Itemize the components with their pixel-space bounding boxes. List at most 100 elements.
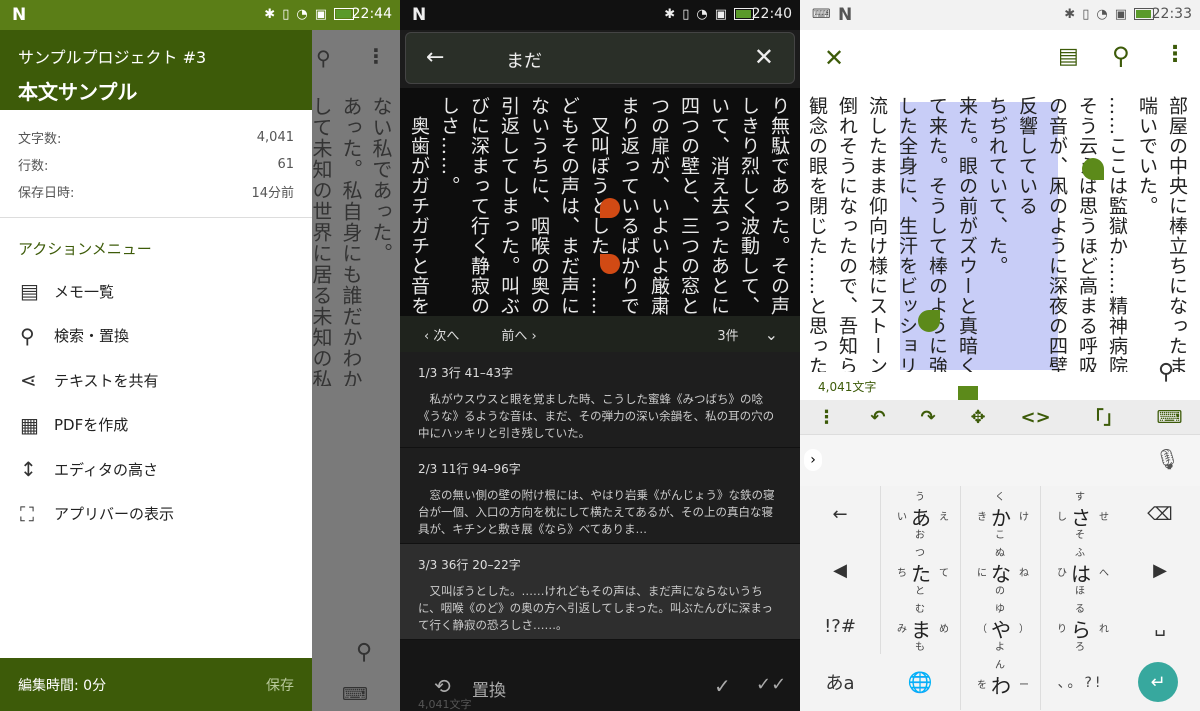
undo-icon[interactable]: ↶ [870,407,885,428]
search-result[interactable]: 3/3 36行 20–22字 又叫ぼうとした。……けれどもその声は、まだ声になら… [400,544,800,640]
flick-key[interactable]: ぬになねの [960,542,1040,598]
text-line: 四つの壁と、三つの窓と、 [678,96,700,332]
action-menu: ▤ メモ一覧 ⚲ 検索・置換 ⋖ テキストを共有 ▦ PDFを作成 ↕ エディタの高さ ⛶ アプリバー… [0,269,312,536]
flick-bottom: お [915,530,925,541]
side-key-left[interactable]: ← [804,490,876,538]
flick-bottom: ろ [1075,642,1085,653]
expand-suggestions-icon[interactable]: › [804,449,822,471]
bracket-icon[interactable]: 「」 [1086,404,1122,430]
search-fab-icon[interactable]: ⚲ [1158,360,1174,385]
search-icon[interactable]: ⚲ [1112,42,1130,70]
flick-key[interactable]: すしさせそ [1040,486,1120,542]
selection-handle-top[interactable] [1082,158,1104,180]
flick-key[interactable]: ゆ（や）よ [960,598,1040,654]
edit-time: 編集時間: 0分 [18,677,107,694]
result-location: 3/3 36行 20–22字 [418,558,521,572]
flick-key[interactable]: つちたてと [880,542,960,598]
share-icon: ⋖ [20,368,37,393]
back-arrow-icon[interactable]: ← [426,45,444,70]
keyboard-icon: ⌨ [342,684,368,705]
menu-item-label: アプリバーの表示 [54,505,175,524]
flick-key[interactable]: ういあえお [880,486,960,542]
menu-item-label: メモ一覧 [54,282,115,301]
selection-handle-top[interactable] [600,198,620,218]
memo-icon[interactable]: ▤ [1058,44,1079,69]
stat-value: 14分前 [251,186,294,201]
selection-handle-bottom[interactable] [918,310,940,332]
text-line: の音が、凩のように深夜の四壁に [1046,96,1068,372]
selection-handle-bottom[interactable] [600,254,620,274]
search-result[interactable]: 2/3 11行 94–96字 窓の無い側の壁の附け根には、やはり岩乗《がんじょう… [400,448,800,544]
flick-left: い [897,512,907,523]
side-key-left[interactable]: !?# [804,602,876,650]
side-key-right[interactable]: ␣ [1124,602,1196,650]
close-icon[interactable]: ✕ [824,44,844,72]
left-key-column: ← ◀ !?# あa [800,486,880,711]
flick-bottom: の [995,586,1005,597]
side-key-right[interactable]: ⌫ [1124,490,1196,538]
flick-keyboard: ← ◀ !?# あa ういあえおくきかけこすしさせそつちたてとぬになねのふひはへほむみ… [800,486,1200,711]
side-key-right[interactable]: ↵ [1138,662,1178,702]
replace-label[interactable]: 置換 [472,676,506,701]
side-key-left[interactable]: あa [804,658,876,706]
side-key-right[interactable]: ▶ [1124,546,1196,594]
check-icon[interactable]: ✓ [714,674,731,698]
flick-key[interactable]: くきかけこ [960,486,1040,542]
flick-left: ひ [1057,568,1067,579]
code-icon[interactable]: <> [1021,407,1051,428]
clear-icon[interactable]: ✕ [754,43,774,71]
double-check-icon[interactable]: ✓✓ [756,674,786,695]
flick-bottom: ほ [1075,586,1085,597]
menu-item[interactable]: ↕ エディタの高さ [0,447,312,492]
prev-result-button[interactable]: ‹ 次へ [424,325,459,344]
search-icon: ⚲ [20,323,35,348]
editor-screen: ⌨ N ✱ ▯ ◔ ▣ 22:33 ✕ ▤ ⚲ ⋮ 部屋の中央に棒立ちになったまま 喘い… [800,0,1200,711]
globe-key[interactable]: 🌐 [880,654,960,710]
move-icon[interactable]: ✥ [970,407,985,428]
menu-item[interactable]: ⚲ 検索・置換 [0,314,312,359]
text-line: 又、ハッと機械のように足を踏み [800,96,802,372]
flick-bottom: も [915,642,925,653]
text-line: まり返っているばかりである。 [618,96,640,332]
text-line: いて、消え去ったあとには [708,96,730,332]
more-icon[interactable]: ⋮ [817,407,835,428]
refresh-icon[interactable]: ⟲ [434,674,451,698]
next-result-button[interactable]: 前へ › [501,325,536,344]
menu-item-label: エディタの高さ [54,460,158,479]
text-line: はじめた。膝頭が自然とガク [400,96,404,332]
flick-key[interactable]: るりられろ [1040,598,1120,654]
flick-key[interactable]: むみまめも [880,598,960,654]
flick-top: く [995,492,1005,503]
pdf-icon: ▦ [20,412,39,437]
document-text: 部屋の中央に棒立ちになったまま 喘いでいた。 ……ここは監獄か……精神病院か……。そ… [800,96,1192,372]
flick-right: ー [1019,680,1029,691]
microphone-icon[interactable]: 🎙 [1155,447,1180,471]
redo-icon[interactable]: ↷ [920,407,935,428]
overflow-menu-icon[interactable]: ⋮ [1164,42,1186,67]
menu-item[interactable]: ▤ メモ一覧 [0,269,312,314]
menu-item-label: 検索・置換 [54,327,130,346]
menu-item[interactable]: ⋖ テキストを共有 [0,358,312,403]
save-button[interactable]: 保存 [266,675,294,695]
flick-key[interactable]: んをわー [960,654,1040,710]
status-bar: ⌨ N ✱ ▯ ◔ ▣ 22:33 [800,0,1200,30]
stat-label: 行数: [18,159,49,174]
flick-right: め [939,624,949,635]
text-line: ない私であった。 [369,96,393,264]
menu-item[interactable]: ▦ PDFを作成 [0,403,312,448]
menu-item[interactable]: ⛶ アプリバーの表示 [0,492,312,537]
side-key-left[interactable]: ◀ [804,546,876,594]
chevron-down-icon[interactable]: ⌄ [765,325,778,344]
kana-keys: ういあえおくきかけこすしさせそつちたてとぬになねのふひはへほむみまめもゆ（や）よ… [880,486,1120,711]
search-screen: N ✱ ▯ ◔ ▣ 22:40 ← まだ ✕ り無駄であった。その声が しきり烈しく波動… [400,0,800,711]
keyboard-icon[interactable]: ⌨ [1157,407,1183,428]
stat-value: 61 [277,157,294,172]
flick-key[interactable]: ふひはへほ [1040,542,1120,598]
punctuation-key[interactable]: 、。?! [1040,654,1120,710]
status-icons: ✱ ▯ ◔ ▣ [664,7,754,22]
right-key-column: ⌫ ▶ ␣ ↵ [1120,486,1200,711]
status-bar: N ✱ ▯ ◔ ▣ 22:40 [400,0,800,30]
search-result[interactable]: 1/3 3行 41–43字 私がウスウスと眼を覚ました時、こうした蜜蜂《みつばち… [400,352,800,448]
text-line: り無駄であった。その声が [768,96,790,332]
search-query[interactable]: まだ [506,47,542,73]
